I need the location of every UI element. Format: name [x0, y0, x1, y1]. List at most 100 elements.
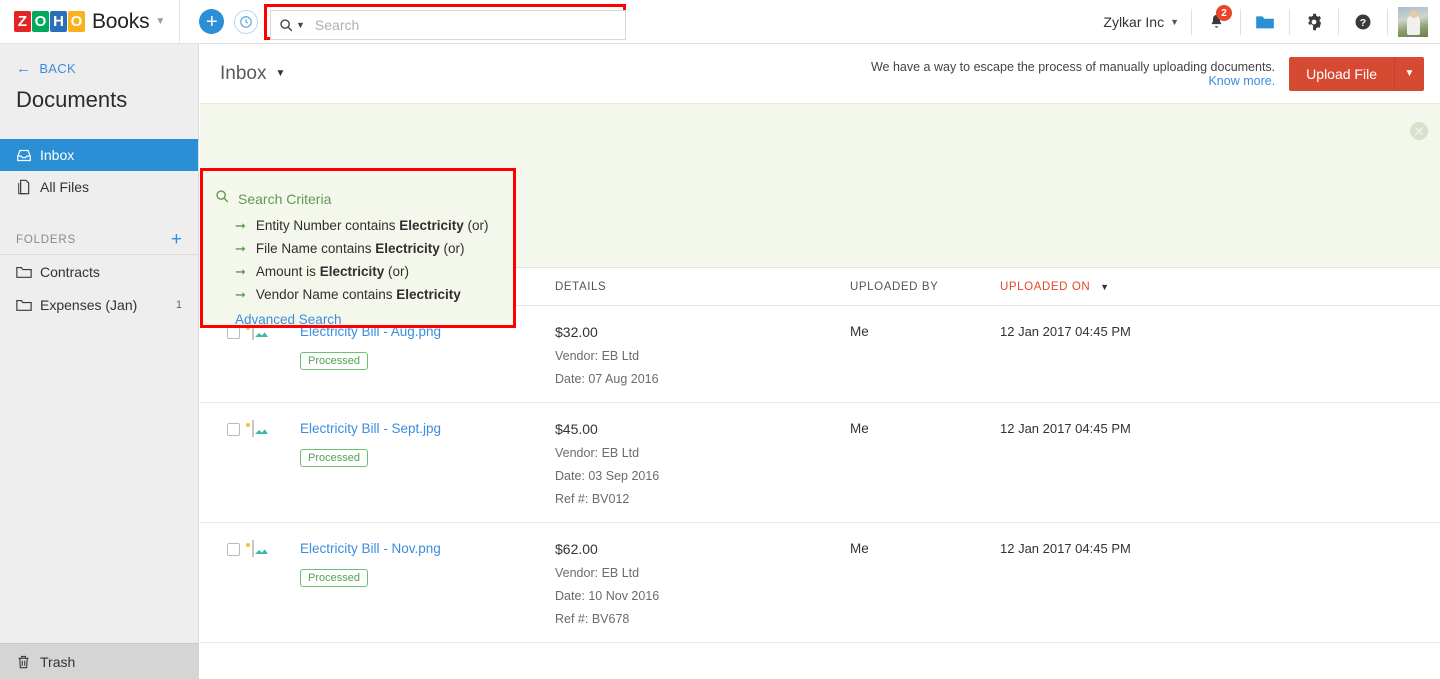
- arrow-left-icon: ←: [16, 60, 31, 77]
- view-selector[interactable]: Inbox ▼: [220, 63, 285, 85]
- row-checkbox[interactable]: [227, 423, 240, 436]
- notifications-button[interactable]: 2: [1192, 0, 1240, 44]
- folder-item-expenses-jan[interactable]: Expenses (Jan) 1: [0, 288, 198, 321]
- criteria-prefix: File Name contains: [256, 241, 375, 256]
- search-icon: [215, 189, 229, 208]
- file-type-cell: [252, 324, 300, 386]
- search-icon: [279, 18, 293, 32]
- upload-button-group: Upload File ▼: [1289, 57, 1424, 91]
- table-row[interactable]: Electricity Bill - Nov.png Processed $62…: [200, 523, 1440, 643]
- uploaded-on: 12 Jan 2017 04:45 PM: [1000, 541, 1440, 626]
- sidebar-item-trash[interactable]: Trash: [0, 643, 199, 679]
- sidebar-nav: Inbox All Files: [0, 139, 198, 203]
- vendor: Vendor: EB Ltd: [555, 566, 850, 580]
- folders-label: FOLDERS: [16, 234, 76, 246]
- promo-message: We have a way to escape the process of m…: [871, 60, 1275, 88]
- uploaded-by: Me: [850, 324, 1000, 386]
- criteria-item: ➞ Amount is Electricity (or): [235, 264, 513, 280]
- search-criteria-annotation-highlight: Search Criteria ➞ Entity Number contains…: [200, 168, 516, 328]
- zoho-books-logo[interactable]: Z O H O Books ▼: [14, 0, 165, 44]
- folder-icon: [16, 265, 40, 278]
- criteria-term: Electricity: [399, 218, 464, 233]
- uploaded-on: 12 Jan 2017 04:45 PM: [1000, 324, 1440, 386]
- question-mark-icon: ?: [1354, 13, 1372, 31]
- upload-file-button[interactable]: Upload File: [1289, 57, 1394, 91]
- criteria-prefix: Vendor Name contains: [256, 287, 396, 302]
- search-scope-chevron-down-icon[interactable]: ▼: [296, 20, 305, 30]
- back-link[interactable]: ← BACK: [16, 60, 198, 77]
- table-row[interactable]: Electricity Bill - Sept.jpg Processed $4…: [200, 403, 1440, 523]
- document-date: Date: 03 Sep 2016: [555, 469, 850, 483]
- uploaded-by: Me: [850, 421, 1000, 506]
- history-clock-icon: [239, 15, 253, 29]
- status-badge: Processed: [300, 569, 368, 587]
- advanced-search-link[interactable]: Advanced Search: [235, 312, 513, 327]
- back-label: BACK: [39, 61, 76, 76]
- criteria-prefix: Entity Number contains: [256, 218, 399, 233]
- help-button[interactable]: ?: [1339, 0, 1387, 44]
- logo-letter-o-first: O: [32, 11, 49, 32]
- recent-activity-button[interactable]: [234, 10, 258, 34]
- file-name-link[interactable]: Electricity Bill - Nov.png: [300, 541, 555, 556]
- folder-icon: [16, 298, 40, 311]
- criteria-term: Electricity: [375, 241, 440, 256]
- trash-bin-icon: [16, 654, 40, 670]
- criteria-suffix: (or): [384, 264, 409, 279]
- image-file-icon: [252, 420, 254, 437]
- close-circle-icon[interactable]: ✕: [1410, 122, 1428, 140]
- documents-folder-button[interactable]: [1241, 0, 1289, 44]
- avatar[interactable]: [1398, 7, 1428, 37]
- know-more-link[interactable]: Know more.: [871, 74, 1275, 88]
- arrow-right-icon: ➞: [235, 218, 246, 234]
- reference-number: Ref #: BV012: [555, 492, 850, 506]
- file-name-cell: Electricity Bill - Aug.png Processed: [300, 324, 555, 386]
- promo-text: We have a way to escape the process of m…: [871, 60, 1275, 74]
- criteria-item: ➞ Vendor Name contains Electricity: [235, 287, 513, 303]
- status-badge: Processed: [300, 449, 368, 467]
- details-cell: $62.00 Vendor: EB Ltd Date: 10 Nov 2016 …: [555, 541, 850, 626]
- svg-text:?: ?: [1360, 17, 1366, 29]
- details-cell: $45.00 Vendor: EB Ltd Date: 03 Sep 2016 …: [555, 421, 850, 506]
- upload-options-chevron-down-icon[interactable]: ▼: [1394, 57, 1424, 91]
- search-criteria-list: ➞ Entity Number contains Electricity (or…: [235, 218, 513, 303]
- page-title: Documents: [16, 87, 198, 113]
- amount: $32.00: [555, 324, 850, 340]
- file-name-link[interactable]: Electricity Bill - Sept.jpg: [300, 421, 555, 436]
- notification-count-badge: 2: [1216, 5, 1232, 21]
- sidebar-item-all-files[interactable]: All Files: [0, 171, 198, 203]
- organization-switcher[interactable]: Zylkar Inc ▼: [1091, 14, 1191, 30]
- logo-letter-z: Z: [14, 11, 31, 32]
- file-type-cell: [252, 541, 300, 626]
- row-checkbox[interactable]: [227, 543, 240, 556]
- product-name: Books: [92, 10, 149, 34]
- files-copy-icon: [16, 179, 40, 195]
- status-badge: Processed: [300, 352, 368, 370]
- search-criteria-panel: Search Criteria ➞ Entity Number contains…: [203, 189, 513, 327]
- settings-button[interactable]: [1290, 0, 1338, 44]
- plus-icon: +: [206, 12, 218, 32]
- divider: [1387, 9, 1388, 35]
- chevron-down-icon[interactable]: ▼: [155, 16, 165, 27]
- row-select-cell: [200, 324, 252, 386]
- trash-label: Trash: [40, 654, 75, 670]
- file-name-cell: Electricity Bill - Sept.jpg Processed: [300, 421, 555, 506]
- search-input[interactable]: [315, 17, 605, 33]
- criteria-suffix: (or): [440, 241, 465, 256]
- column-header-uploaded-by[interactable]: UPLOADED BY: [850, 281, 1000, 293]
- add-folder-button[interactable]: +: [171, 230, 182, 249]
- folder-item-contracts[interactable]: Contracts: [0, 255, 198, 288]
- view-selector-label: Inbox: [220, 63, 266, 85]
- row-select-cell: [200, 421, 252, 506]
- sidebar-item-inbox[interactable]: Inbox: [0, 139, 198, 171]
- column-header-uploaded-on[interactable]: UPLOADED ON ▼: [1000, 281, 1440, 293]
- image-file-icon: [252, 540, 254, 557]
- column-header-details[interactable]: DETAILS: [555, 281, 850, 293]
- criteria-suffix: (or): [464, 218, 489, 233]
- organization-name: Zylkar Inc: [1103, 14, 1164, 30]
- amount: $62.00: [555, 541, 850, 557]
- search-box[interactable]: ▼: [270, 10, 626, 40]
- add-new-button[interactable]: +: [199, 9, 224, 34]
- sidebar-item-label: All Files: [40, 179, 89, 195]
- arrow-right-icon: ➞: [235, 264, 246, 280]
- main-header: Inbox ▼ We have a way to escape the proc…: [200, 44, 1440, 103]
